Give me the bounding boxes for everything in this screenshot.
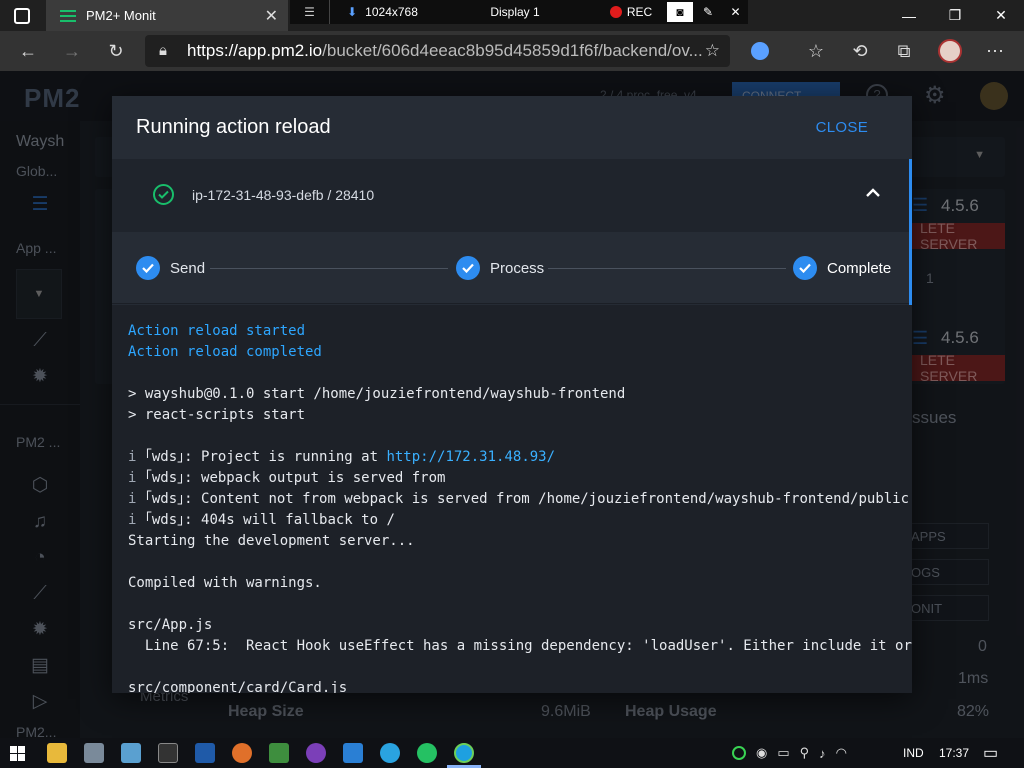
close-recorder-icon[interactable]: ✕	[723, 0, 748, 24]
screen-recorder-bar: ☰ ⬇ 1024x768 Display 1 REC ◙ ✎ ✕	[290, 0, 748, 24]
step-label: Send	[170, 259, 206, 277]
app-icon-6[interactable]	[232, 743, 252, 763]
extension-icon[interactable]	[751, 42, 769, 60]
console-line: ｢wds｣: Content not from webpack is serve…	[144, 491, 910, 507]
info-icon: i	[128, 512, 137, 528]
refresh-icon[interactable]: ↻	[96, 31, 136, 71]
favorite-star-icon[interactable]: ☆	[705, 41, 720, 61]
tab-title: PM2+ Monit	[86, 8, 156, 23]
console-line: Compiled with warnings.	[128, 575, 322, 591]
step-check-icon	[136, 256, 160, 280]
step-complete: Complete	[793, 256, 891, 280]
server-label: ip-172-31-48-93-defb / 28410	[192, 187, 375, 203]
server-url-link[interactable]: http://172.31.48.93/	[386, 449, 555, 465]
whatsapp-icon[interactable]	[417, 743, 437, 763]
server-row[interactable]: ip-172-31-48-93-defb / 28410	[112, 159, 909, 232]
action-modal: Running action reload CLOSE ip-172-31-48…	[112, 96, 912, 693]
step-connector	[210, 268, 448, 269]
url-path: /bucket/606d4eeac8b95d45859d1f6f/backend…	[322, 41, 703, 60]
camera-icon[interactable]: ◙	[667, 2, 693, 22]
forward-icon[interactable]: →	[52, 31, 92, 71]
more-menu-icon[interactable]: ⋯	[975, 31, 1015, 71]
modal-title: Running action reload	[136, 116, 331, 138]
console-status-started: Action reload started	[128, 323, 306, 339]
network-icon[interactable]: ⚲	[800, 745, 810, 761]
display-label[interactable]: Display 1	[435, 0, 595, 24]
pm2-favicon-icon	[60, 9, 76, 22]
profile-avatar[interactable]	[938, 39, 962, 63]
step-label: Process	[490, 259, 545, 277]
edge-icon[interactable]	[454, 743, 474, 763]
lock-icon: 🔒︎	[159, 42, 167, 59]
git-icon[interactable]	[269, 743, 289, 763]
favorites-icon[interactable]: ☆	[796, 31, 836, 71]
wifi-icon[interactable]: ◠	[836, 745, 847, 761]
console-output: Action reload started Action reload comp…	[112, 305, 912, 693]
console-line: ｢wds｣: webpack output is served from	[144, 470, 446, 486]
address-bar[interactable]: 🔒︎ https://app.pm2.io/bucket/606d4eeac8b…	[145, 35, 730, 67]
terminal-icon[interactable]	[158, 743, 178, 763]
pen-icon[interactable]: ✎	[693, 0, 723, 24]
app-icon-2[interactable]	[84, 743, 104, 763]
info-icon: i	[128, 449, 137, 465]
step-check-icon	[456, 256, 480, 280]
restore-icon[interactable]: ❐	[932, 0, 978, 31]
rec-label: REC	[626, 5, 653, 19]
step-send: Send	[136, 256, 205, 280]
console-line: ｢wds｣: 404s will fallback to /	[144, 512, 395, 528]
battery-icon[interactable]: ▭	[777, 745, 789, 761]
record-dot-icon	[609, 6, 622, 18]
console-line: src/component/card/Card.js	[128, 680, 348, 693]
telegram-icon[interactable]	[380, 743, 400, 763]
step-connector	[548, 268, 786, 269]
modal-header: Running action reload CLOSE	[112, 96, 912, 159]
clock[interactable]: 17:37	[939, 738, 969, 768]
console-line: > react-scripts start	[128, 407, 306, 423]
notifications-icon[interactable]: ▭	[983, 738, 998, 768]
powershell-icon[interactable]	[195, 743, 215, 763]
console-line: src/App.js	[128, 617, 213, 633]
chevron-up-icon[interactable]	[866, 185, 880, 203]
scrollbar-accent[interactable]	[909, 159, 912, 310]
pm2-page: PM2 2 / 4 proc. free_v4 CONNECT ? ⚙ Ways…	[0, 71, 1024, 738]
console-line: ｢wds｣: Project is running at	[144, 449, 387, 465]
close-tab-icon[interactable]: ✕	[265, 6, 278, 26]
windows-taskbar: ◉ ▭ ⚲ ♪ ◠ IND 17:37 ▭	[0, 738, 1024, 768]
collections-icon[interactable]: ⧉	[884, 31, 924, 71]
file-explorer-icon[interactable]	[47, 743, 67, 763]
record-button[interactable]: REC	[595, 0, 667, 24]
url-host: https://app.pm2.io	[187, 41, 323, 60]
console-line: Starting the development server...	[128, 533, 415, 549]
step-check-icon	[793, 256, 817, 280]
tray-status-icon[interactable]	[732, 746, 746, 760]
back-icon[interactable]: ←	[8, 31, 48, 71]
github-icon[interactable]	[306, 743, 326, 763]
console-line: > wayshub@0.1.0 start /home/jouziefronte…	[128, 386, 626, 402]
menu-icon[interactable]: ☰	[290, 0, 330, 24]
info-icon: i	[128, 491, 137, 507]
progress-steps: Send Process Complete	[112, 232, 909, 304]
app-icon-3[interactable]	[121, 743, 141, 763]
volume-icon[interactable]: ♪	[819, 746, 826, 761]
tab-actions-icon[interactable]	[14, 8, 30, 24]
tray-app-icon[interactable]: ◉	[756, 745, 767, 761]
minimize-icon[interactable]: —	[886, 0, 932, 31]
close-window-icon[interactable]: ✕	[978, 0, 1024, 31]
console-status-completed: Action reload completed	[128, 344, 322, 360]
browser-toolbar: ← → ↻ 🔒︎ https://app.pm2.io/bucket/606d4…	[0, 31, 1024, 71]
history-icon[interactable]: ⟲	[840, 31, 880, 71]
resolution-label: 1024x768	[365, 5, 418, 19]
step-process: Process	[456, 256, 544, 280]
language-indicator[interactable]: IND	[903, 738, 924, 768]
info-icon: i	[128, 470, 137, 486]
close-button[interactable]: CLOSE	[816, 119, 868, 136]
pin-icon[interactable]: ⬇	[347, 5, 357, 19]
console-line: Line 67:5: React Hook useEffect has a mi…	[128, 638, 912, 654]
windows-start-icon[interactable]	[10, 746, 25, 761]
browser-tab[interactable]: PM2+ Monit ✕	[46, 0, 288, 31]
success-check-icon	[153, 184, 174, 205]
system-tray: ◉ ▭ ⚲ ♪ ◠	[732, 738, 902, 768]
vscode-icon[interactable]	[343, 743, 363, 763]
step-label: Complete	[827, 259, 892, 277]
